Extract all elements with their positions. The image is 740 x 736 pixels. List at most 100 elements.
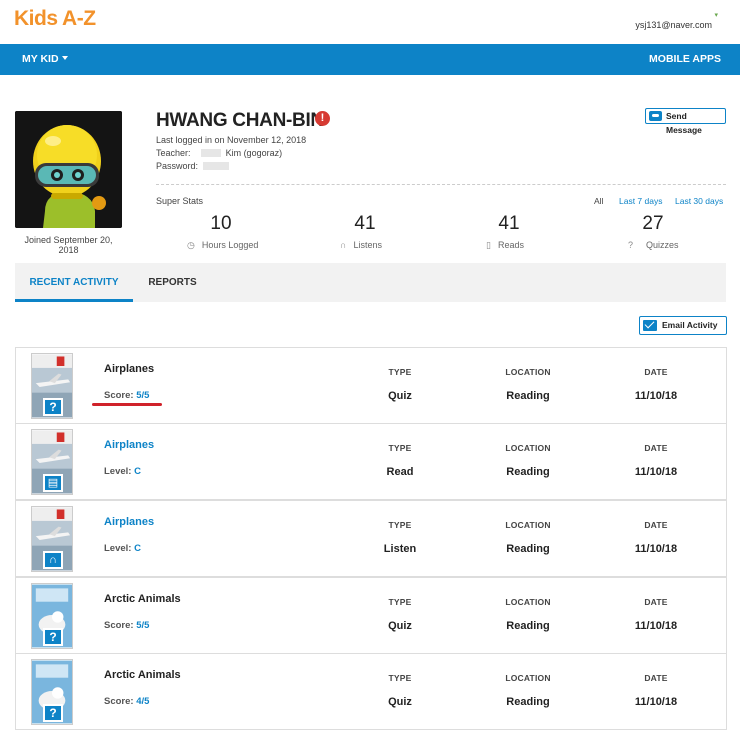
stat-quizzes-label: ? Quizzes [628, 240, 679, 250]
password-redacted [202, 162, 229, 170]
my-kid-label: MY KID [22, 53, 59, 65]
joined-date: Joined September 20, 2018 [24, 235, 113, 255]
date-value: 11/10/18 [634, 696, 678, 708]
alert-icon[interactable]: ! [315, 111, 330, 126]
book-title[interactable]: Airplanes [104, 439, 154, 451]
type-value: Quiz [388, 620, 412, 632]
date-value: 11/10/18 [634, 620, 678, 632]
book-thumbnail[interactable]: ? [31, 659, 73, 725]
period-30-days[interactable]: Last 30 days [675, 196, 723, 206]
location-value: Reading [506, 696, 550, 708]
activity-detail: Level: C [104, 466, 141, 477]
stat-reads-text: Reads [497, 240, 524, 250]
table-row[interactable]: ▤ Airplanes Level: C TYPE Read LOCATION Readin… [15, 423, 727, 500]
tab-recent-activity[interactable]: RECENT ACTIVITY [15, 263, 133, 302]
type-value: Quiz [388, 696, 412, 708]
detail-label: Level: [104, 543, 132, 554]
detail-value: C [134, 543, 141, 554]
user-menu-arrow-icon[interactable]: ▾ [714, 11, 718, 19]
email-activity-label: Email Activity [662, 320, 718, 330]
password-row: Password: [156, 161, 229, 171]
stat-reads-label: ▯ Reads [486, 240, 524, 251]
stat-listens-value: 41 [354, 213, 376, 234]
type-header: TYPE [388, 673, 412, 683]
location-value: Reading [506, 620, 550, 632]
stat-hours-text: Hours Logged [201, 240, 259, 250]
mobile-apps-link[interactable]: MOBILE APPS [649, 53, 721, 65]
type-value: Listen [383, 543, 417, 555]
table-row[interactable]: ? Arctic Animals Score: 5/5 TYPE Quiz LOCATIO… [15, 577, 727, 654]
date-value: 11/10/18 [634, 390, 678, 402]
clock-icon: ◷ [187, 240, 195, 250]
book-thumbnail[interactable]: ? [31, 353, 73, 419]
location-header: LOCATION [505, 367, 551, 377]
location-header: LOCATION [505, 520, 551, 530]
table-row[interactable]: ? Airplanes Score: 5/5 TYPE Quiz LOCATION Read… [15, 347, 727, 424]
type-header: TYPE [388, 443, 412, 453]
open-book-icon: ▤ [43, 474, 63, 492]
avatar [15, 111, 122, 228]
date-header: DATE [644, 520, 668, 530]
activity-detail: Level: C [104, 543, 141, 554]
email-activity-button[interactable]: Email Activity [639, 316, 727, 335]
headphones-icon: ∩ [340, 240, 347, 250]
table-row[interactable]: ? Arctic Animals Score: 4/5 TYPE Quiz LOCATIO… [15, 653, 727, 730]
headphones-icon: ∩ [43, 551, 63, 569]
robot-avatar-icon [15, 111, 122, 228]
my-kid-menu[interactable]: MY KID [22, 53, 68, 65]
activity-tabs: RECENT ACTIVITY REPORTS [15, 263, 726, 302]
date-value: 11/10/18 [634, 543, 678, 555]
last-logged: Last logged in on November 12, 2018 [156, 135, 307, 145]
table-row[interactable]: ∩ Airplanes Level: C TYPE Listen LOCATION Read… [15, 500, 727, 577]
book-title: Arctic Animals [104, 593, 181, 605]
location-value: Reading [506, 390, 550, 402]
stat-quizzes-text: Quizzes [646, 240, 679, 250]
caret-down-icon [61, 56, 68, 60]
type-header: TYPE [388, 367, 412, 377]
period-all[interactable]: All [594, 196, 603, 206]
teacher-redacted [201, 149, 222, 157]
quiz-question-icon: ? [43, 398, 63, 416]
location-header: LOCATION [505, 673, 551, 683]
activity-detail: Score: 4/5 [104, 696, 149, 707]
kids-az-logo[interactable]: Kids A-Z [14, 7, 96, 31]
date-value: 11/10/18 [634, 466, 678, 478]
super-stats-label: Super Stats [156, 196, 204, 206]
detail-label: Level: [104, 466, 132, 477]
teacher-value: Kim (gogoraz) [225, 148, 283, 158]
detail-value: 5/5 [136, 620, 150, 631]
top-header: Kids A-Z ▾ ysj131@naver.com [0, 0, 740, 44]
detail-value: 4/5 [136, 696, 150, 707]
password-label: Password: [156, 161, 199, 171]
teacher-row: Teacher: Kim (gogoraz) [156, 148, 282, 158]
book-thumbnail[interactable]: ∩ [31, 506, 73, 572]
book-title[interactable]: Airplanes [104, 516, 154, 528]
period-7-days[interactable]: Last 7 days [619, 196, 662, 206]
divider [156, 184, 726, 185]
detail-label: Score: [104, 390, 134, 401]
type-value: Read [386, 466, 414, 478]
stat-hours-value: 10 [210, 213, 232, 234]
main-navbar: MY KID MOBILE APPS [0, 44, 740, 75]
stat-listens-text: Listens [353, 240, 382, 250]
stat-hours-label: ◷ Hours Logged [187, 240, 258, 251]
tab-reports[interactable]: REPORTS [133, 263, 212, 302]
chat-bubble-icon [649, 111, 662, 121]
date-header: DATE [644, 597, 668, 607]
detail-value: C [134, 466, 141, 477]
location-value: Reading [506, 466, 550, 478]
type-value: Quiz [388, 390, 412, 402]
activity-detail: Score: 5/5 [104, 390, 149, 401]
red-underline-annotation [92, 403, 162, 406]
date-header: DATE [644, 367, 668, 377]
send-message-button[interactable]: Send Message [645, 108, 726, 135]
send-message-label: Send Message [666, 111, 702, 135]
type-header: TYPE [388, 597, 412, 607]
stat-reads-value: 41 [498, 213, 520, 234]
book-thumbnail[interactable]: ? [31, 583, 73, 649]
date-header: DATE [644, 673, 668, 683]
user-email[interactable]: ysj131@naver.com [635, 20, 712, 30]
type-header: TYPE [388, 520, 412, 530]
book-thumbnail[interactable]: ▤ [31, 429, 73, 495]
detail-label: Score: [104, 620, 134, 631]
